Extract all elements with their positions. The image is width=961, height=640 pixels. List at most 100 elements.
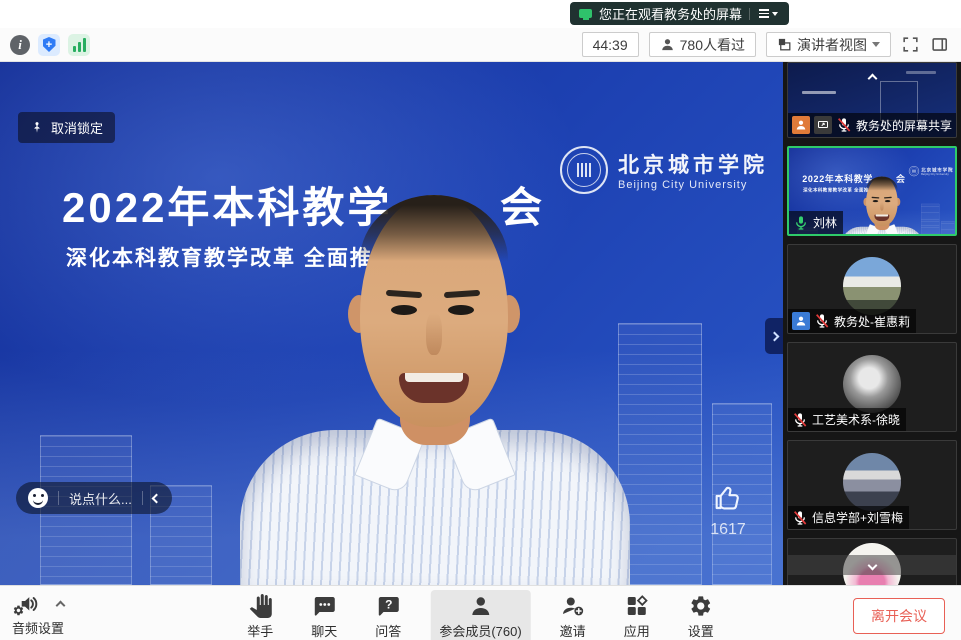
avatar-icon (792, 312, 810, 330)
meeting-info-button[interactable]: i (10, 35, 30, 55)
info-icon: i (10, 35, 30, 55)
screen-share-icon (579, 9, 592, 18)
side-panel-icon (930, 35, 949, 54)
thumbs-up-button[interactable] (711, 482, 745, 514)
tile-name: 信息学部+刘雪梅 (812, 509, 903, 526)
security-button[interactable]: + (38, 34, 60, 56)
audio-settings-label: 音频设置 (12, 618, 68, 637)
avatar-icon (792, 116, 810, 134)
scroll-up-button[interactable] (788, 75, 956, 82)
audio-settings-button[interactable] (12, 591, 39, 617)
top-toolbar: i + 44:39 780人看过 演讲者视图 (0, 28, 961, 62)
like-count: 1617 (698, 521, 758, 539)
signal-icon (73, 46, 76, 52)
network-status-button[interactable] (68, 34, 90, 56)
toolbar-item-label: 设置 (688, 621, 714, 640)
tile-screen-share[interactable]: 教务处的屏幕共享 (787, 62, 957, 138)
chevron-left-icon (151, 493, 161, 503)
collapse-chat-button[interactable] (153, 495, 160, 502)
tile-name-bar: 工艺美术系-徐晓 (788, 408, 906, 431)
toolbar-item-qa[interactable]: ? 问答 (366, 590, 410, 640)
meeting-window: 您正在观看教务处的屏幕 i + 44:39 780人看过 (0, 0, 961, 640)
audio-options-button[interactable] (53, 593, 68, 616)
audio-control: 音频设置 (12, 591, 68, 637)
chat-icon (312, 594, 336, 618)
chevron-down-icon (772, 12, 778, 16)
chevron-down-icon (872, 42, 880, 47)
muted-mic-icon (814, 313, 830, 329)
toolbar-item-chat[interactable]: 聊天 (302, 590, 346, 640)
viewers-count-button[interactable]: 780人看过 (649, 32, 756, 57)
qa-icon: ? (376, 594, 400, 618)
tile-active-speaker[interactable]: 2022年本科教学 会 深化本科教育教学改革 全面推 北京城市学院 Beijin… (787, 146, 957, 236)
watching-banner: 您正在观看教务处的屏幕 (570, 2, 789, 25)
apps-icon (625, 594, 649, 618)
university-name-cn: 北京城市学院 (618, 149, 768, 179)
fullscreen-icon (901, 35, 920, 54)
tile-name: 刘林 (813, 214, 837, 231)
toolbar-item-invite[interactable]: 邀请 (551, 590, 595, 640)
viewer-person-icon (660, 37, 675, 52)
muted-mic-icon (792, 412, 808, 428)
watching-banner-text: 您正在观看教务处的屏幕 (599, 4, 742, 23)
meeting-timer: 44:39 (582, 32, 639, 57)
tile-more-participants[interactable] (787, 538, 957, 585)
view-mode-button[interactable]: 演讲者视图 (766, 32, 891, 57)
shield-icon: + (43, 37, 56, 52)
banner-menu-button[interactable] (757, 7, 780, 20)
settings-icon (689, 594, 713, 618)
emoji-button[interactable] (28, 488, 48, 508)
top-toolbar-right: 44:39 780人看过 演讲者视图 (582, 32, 961, 57)
side-panel-toggle-button[interactable] (930, 35, 949, 54)
active-mic-icon (793, 215, 809, 231)
scroll-down-button[interactable] (788, 555, 956, 575)
toolbar-item-label: 聊天 (311, 621, 337, 640)
divider (749, 8, 750, 20)
tile-participant[interactable]: 信息学部+刘雪梅 (787, 440, 957, 530)
toolbar-item-participants[interactable]: 参会成员(760) (430, 590, 530, 640)
chevron-up-icon (867, 74, 877, 84)
university-name-en: Beijing City University (618, 179, 768, 191)
participant-avatar (843, 355, 901, 413)
toolbar-item-apps[interactable]: 应用 (615, 590, 659, 640)
viewers-count-label: 780人看过 (680, 35, 745, 55)
participant-avatar (843, 257, 901, 315)
tile-name-bar: 信息学部+刘雪梅 (788, 506, 909, 529)
unpin-label: 取消锁定 (51, 118, 103, 137)
tile-name-bar: 教务处-崔惠莉 (788, 309, 916, 333)
unpin-button[interactable]: 取消锁定 (18, 112, 115, 143)
tile-name-bar: 教务处的屏幕共享 (788, 113, 956, 137)
svg-text:?: ? (385, 598, 392, 612)
pin-icon (30, 121, 44, 135)
fullscreen-button[interactable] (901, 35, 920, 54)
toolbar-item-label: 参会成员(760) (439, 621, 521, 640)
participants-sidebar: 教务处的屏幕共享 2022年本科教学 会 深化本科教育教学改革 全面推 (783, 62, 961, 585)
toolbar-item-label: 举手 (247, 621, 273, 640)
raise-hand-icon (248, 594, 272, 618)
tile-participant[interactable]: 教务处-崔惠莉 (787, 244, 957, 334)
toolbar-item-raise-hand[interactable]: 举手 (238, 590, 282, 640)
quick-chat-bar: 说点什么... (16, 482, 172, 514)
timer-value: 44:39 (593, 37, 628, 53)
toolbar-item-settings[interactable]: 设置 (679, 590, 723, 640)
invite-icon (561, 594, 585, 618)
chevron-down-icon (867, 560, 877, 570)
muted-mic-icon (836, 117, 852, 133)
screen-share-icon (814, 116, 832, 134)
toolbar-item-label: 应用 (624, 621, 650, 640)
toolbar-center: 举手 聊天 ? 问答 参会成员(760) (238, 590, 722, 640)
tile-participant[interactable]: 工艺美术系-徐晓 (787, 342, 957, 432)
sidebar-collapse-button[interactable] (765, 318, 783, 354)
top-toolbar-left: i + (0, 34, 90, 56)
participant-avatar (843, 453, 901, 511)
leave-meeting-button[interactable]: 离开会议 (853, 598, 945, 634)
chevron-right-icon (769, 331, 779, 341)
tile-name: 工艺美术系-徐晓 (812, 411, 900, 428)
speaker-figure (240, 187, 630, 585)
thumbs-up-icon (711, 482, 745, 514)
message-input[interactable]: 说点什么... (69, 489, 132, 508)
view-mode-label: 演讲者视图 (797, 35, 867, 55)
toolbar-item-label: 邀请 (560, 621, 586, 640)
muted-mic-icon (792, 510, 808, 526)
chevron-up-icon (56, 600, 66, 610)
